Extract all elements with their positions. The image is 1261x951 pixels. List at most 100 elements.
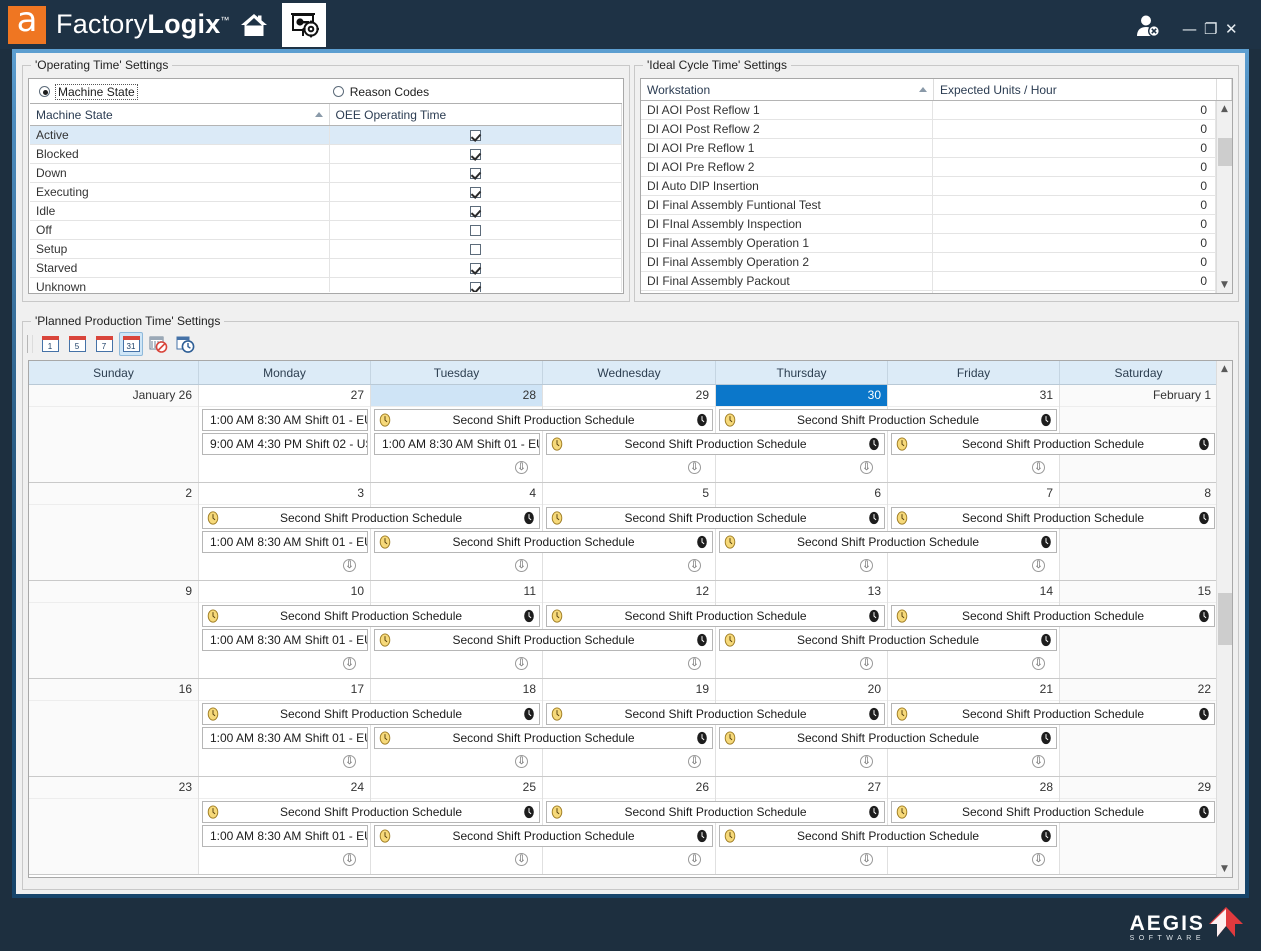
cell-oee-operating-time[interactable] [330,259,623,277]
more-events-button[interactable]: ⇩ [860,657,873,670]
table-row[interactable]: DI Final Assembly Funtional Test0 [641,196,1216,215]
calendar-day-number-header[interactable]: 15 [1060,581,1216,603]
calendar-day-cell[interactable]: 16 [29,679,199,776]
cell-expected-units[interactable]: 0 [933,120,1216,138]
cell-expected-units[interactable]: 0 [933,253,1216,271]
calendar-event-span[interactable]: Second Shift Production Schedule [374,629,713,651]
more-events-button[interactable]: ⇩ [1032,559,1045,572]
month-view-button[interactable]: 31 [119,332,143,356]
more-events-button[interactable]: ⇩ [1032,461,1045,474]
minimize-button[interactable]: — [1182,22,1197,37]
calendar-day-number-header[interactable]: 13 [716,581,887,603]
oee-checkbox[interactable] [470,282,481,293]
cell-expected-units[interactable]: 0 [933,177,1216,195]
operating-time-grid[interactable]: Machine State Reason Codes Machine State… [28,78,624,294]
calendar-event-span[interactable]: Second Shift Production Schedule [374,825,713,847]
table-row[interactable]: Unknown [30,278,622,292]
calendar-event-span[interactable]: Second Shift Production Schedule [546,433,885,455]
table-row[interactable]: Starved [30,259,622,278]
toolbar-grip[interactable] [27,335,33,353]
calendar-event-span[interactable]: Second Shift Production Schedule [891,703,1215,725]
calendar-event-shift[interactable]: 1:00 AM 8:30 AM Shift 01 - EU [202,531,368,553]
column-header-workstation[interactable]: Workstation [641,79,934,100]
calendar-event-span[interactable]: Second Shift Production Schedule [374,409,713,431]
oee-checkbox[interactable] [470,206,481,217]
more-events-button[interactable]: ⇩ [515,853,528,866]
oee-checkbox[interactable] [470,149,481,160]
more-events-button[interactable]: ⇩ [515,461,528,474]
cell-expected-units[interactable]: 0 [933,196,1216,214]
calendar-event-shift[interactable]: 1:00 AM 8:30 AM Shift 01 - EU [374,433,540,455]
calendar-day-cell[interactable]: 23 [29,777,199,874]
week-view-button[interactable]: 7 [92,332,116,356]
calendar-event-span[interactable]: Second Shift Production Schedule [202,801,540,823]
calendar-day-number-header[interactable]: 29 [1060,777,1216,799]
table-row[interactable]: Off [30,221,622,240]
calendar-day-number-header[interactable]: 27 [716,777,887,799]
cell-oee-operating-time[interactable] [330,145,623,163]
home-button[interactable] [232,3,276,47]
more-events-button[interactable]: ⇩ [860,461,873,474]
scroll-up-arrow-icon[interactable]: ▲ [1217,361,1232,377]
calendar-day-number-header[interactable]: 16 [29,679,198,701]
calendar-day-number-header[interactable]: 2 [29,483,198,505]
cell-expected-units[interactable]: 0 [933,158,1216,176]
radio-machine-state[interactable]: Machine State [39,85,137,99]
calendar-day-number-header[interactable]: 12 [543,581,715,603]
calendar-day-cell[interactable]: 8 [1060,483,1216,580]
oee-checkbox[interactable] [470,130,481,141]
more-events-button[interactable]: ⇩ [343,755,356,768]
more-events-button[interactable]: ⇩ [343,657,356,670]
calendar-event-shift[interactable]: 1:00 AM 8:30 AM Shift 01 - EU [202,727,368,749]
calendar-event-shift[interactable]: 1:00 AM 8:30 AM Shift 01 - EU [202,629,368,651]
more-events-button[interactable]: ⇩ [860,755,873,768]
calendar-day-number-header[interactable]: 30 [716,385,887,407]
calendar-event-span[interactable]: Second Shift Production Schedule [891,605,1215,627]
calendar-event-span[interactable]: Second Shift Production Schedule [202,703,540,725]
ideal-cycle-time-scrollbar[interactable]: ▲ ▼ [1216,101,1232,293]
more-events-button[interactable]: ⇩ [688,853,701,866]
calendar-day-number-header[interactable]: February 1 [1060,385,1216,407]
cell-expected-units[interactable]: 0 [933,272,1216,290]
column-header-machine-state[interactable]: Machine State [30,104,330,125]
cell-expected-units[interactable]: 0 [933,215,1216,233]
more-events-button[interactable]: ⇩ [688,657,701,670]
calendar-event-span[interactable]: Second Shift Production Schedule [719,825,1057,847]
calendar-day-number-header[interactable]: 14 [888,581,1059,603]
calendar-event-span[interactable]: Second Shift Production Schedule [546,507,885,529]
calendar-event-span[interactable]: Second Shift Production Schedule [891,433,1215,455]
calendar-day-number-header[interactable]: 21 [888,679,1059,701]
calendar-day-cell[interactable]: 22 [1060,679,1216,776]
calendar-day-number-header[interactable]: 20 [716,679,887,701]
calendar-day-number-header[interactable]: 17 [199,679,370,701]
calendar-day-number-header[interactable]: 23 [29,777,198,799]
calendar-day-cell[interactable]: January 26 [29,385,199,482]
more-events-button[interactable]: ⇩ [1032,853,1045,866]
calendar-event-span[interactable]: Second Shift Production Schedule [719,727,1057,749]
configuration-button[interactable] [282,3,326,47]
calendar-event-span[interactable]: Second Shift Production Schedule [546,703,885,725]
calendar-event-span[interactable]: Second Shift Production Schedule [891,507,1215,529]
cell-expected-units[interactable]: 0 [933,101,1216,119]
calendar-day-number-header[interactable]: 6 [716,483,887,505]
calendar-event-span[interactable]: Second Shift Production Schedule [891,801,1215,823]
more-events-button[interactable]: ⇩ [860,559,873,572]
timeline-button[interactable] [173,332,197,356]
table-row[interactable]: Executing [30,183,622,202]
table-row[interactable]: DI Final Assembly Operation 20 [641,253,1216,272]
table-row[interactable]: DI Auto DIP Insertion0 [641,177,1216,196]
scrollbar-thumb[interactable] [1218,138,1232,166]
calendar-event-shift[interactable]: 1:00 AM 8:30 AM Shift 01 - EU [202,409,368,431]
oee-checkbox[interactable] [470,187,481,198]
calendar-event-span[interactable]: Second Shift Production Schedule [202,605,540,627]
more-events-button[interactable]: ⇩ [515,755,528,768]
calendar-event-span[interactable]: Second Shift Production Schedule [719,531,1057,553]
more-events-button[interactable]: ⇩ [860,853,873,866]
table-row[interactable]: DI Final Assembly Packout0 [641,272,1216,291]
oee-checkbox[interactable] [470,263,481,274]
column-header-expected-units[interactable]: Expected Units / Hour [934,79,1217,100]
table-row[interactable]: DI AOI Pre Reflow 10 [641,139,1216,158]
calendar-day-number-header[interactable]: 22 [1060,679,1216,701]
calendar-event-span[interactable]: Second Shift Production Schedule [546,801,885,823]
calendar-day-cell[interactable]: 29 [1060,777,1216,874]
